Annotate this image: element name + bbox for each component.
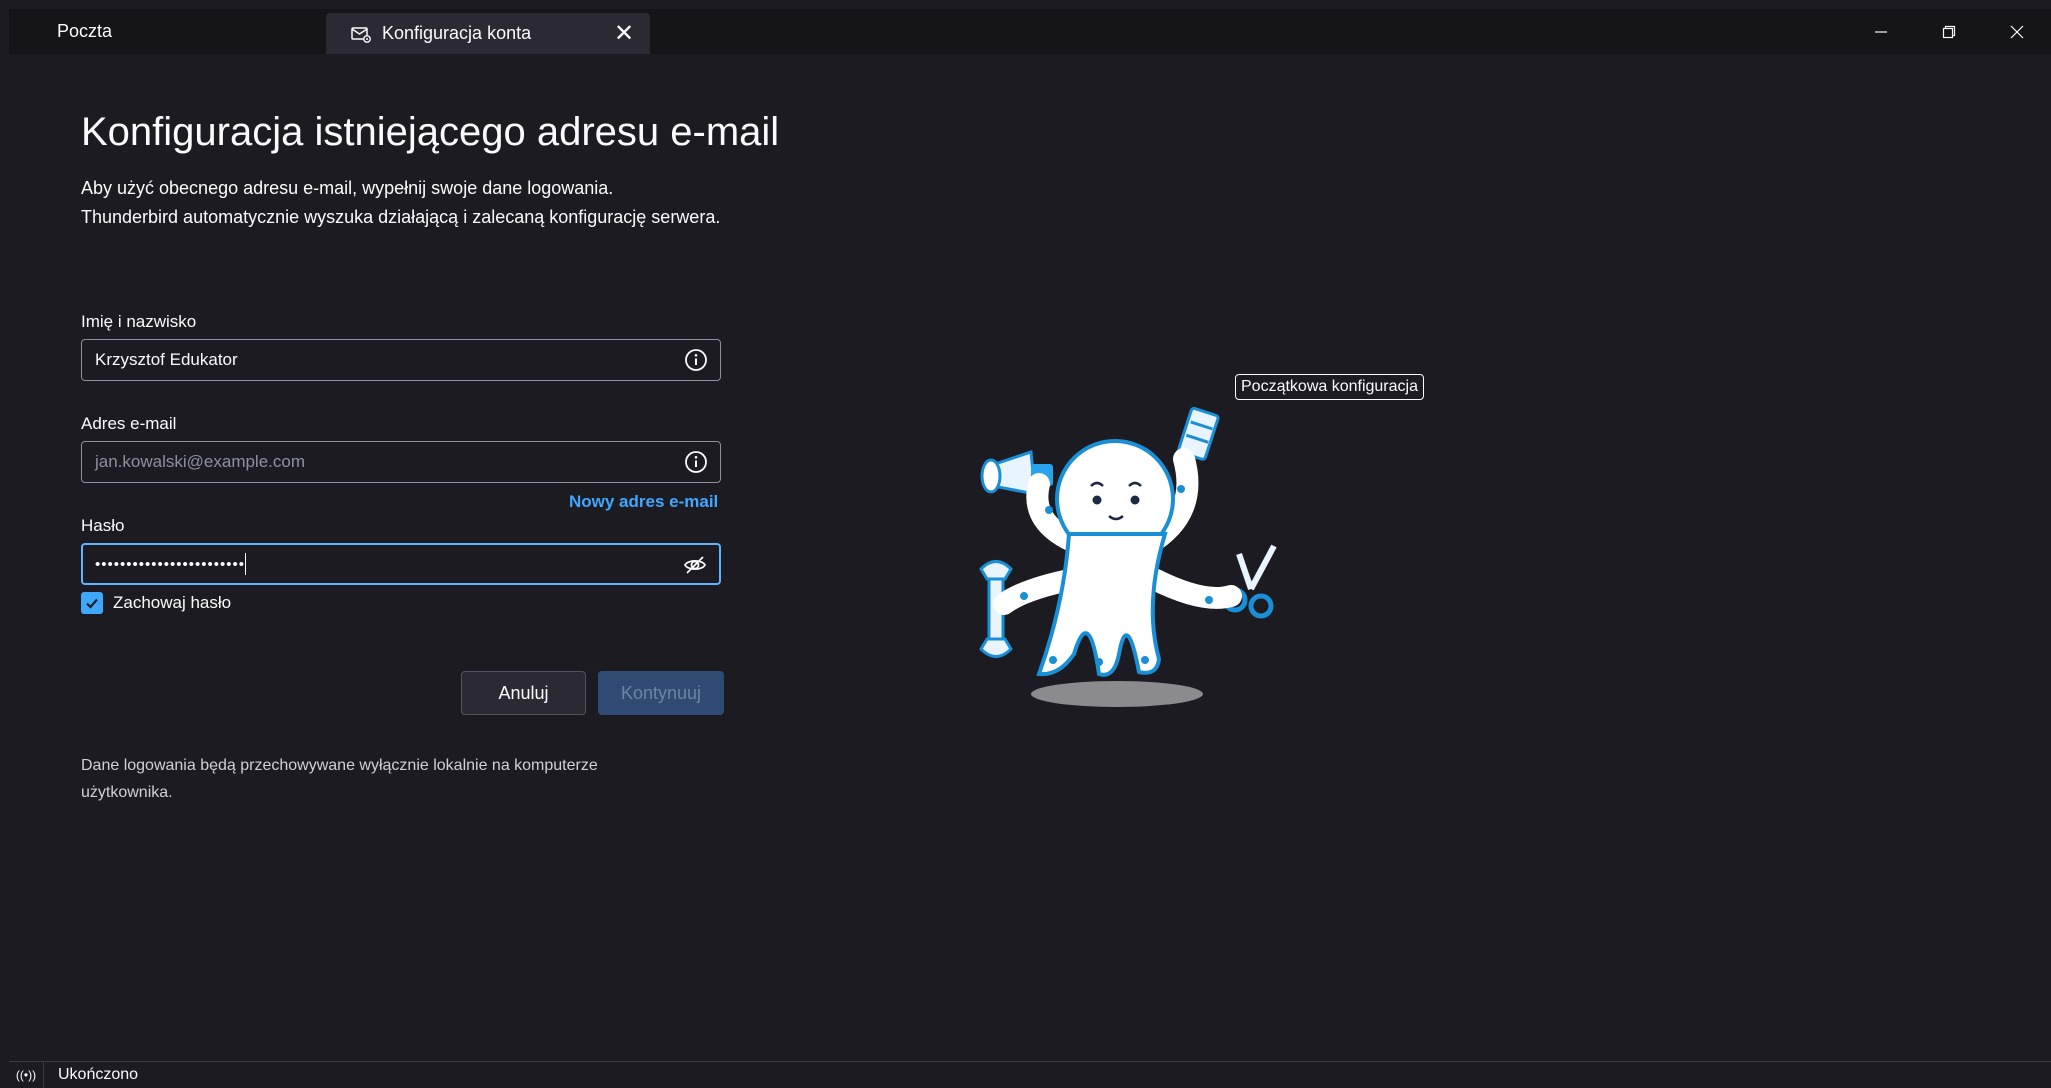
minimize-button[interactable] <box>1847 9 1915 54</box>
password-value: •••••••••••••••••••••••• <box>95 555 246 573</box>
remember-password-row[interactable]: Zachowaj hasło <box>81 592 231 614</box>
status-text: Ukończono <box>58 1066 139 1083</box>
tab-mail[interactable]: Poczta <box>9 9 309 54</box>
connection-status-icon[interactable]: ((•)) <box>9 1062 44 1088</box>
password-field[interactable]: •••••••••••••••••••••••• <box>81 543 721 585</box>
page-title: Konfiguracja istniejącego adresu e-mail <box>81 110 780 154</box>
name-field[interactable]: Krzysztof Edukator <box>81 339 721 381</box>
mail-settings-icon <box>350 23 372 45</box>
email-field[interactable]: jan.kowalski@example.com <box>81 441 721 483</box>
status-bar: ((•)) Ukończono <box>9 1061 2051 1088</box>
tab-mail-label: Poczta <box>57 21 113 41</box>
email-placeholder: jan.kowalski@example.com <box>95 452 306 471</box>
tab-close-icon[interactable]: ✕ <box>612 20 636 47</box>
tab-account-setup-label: Konfiguracja konta <box>382 23 532 43</box>
tab-account-setup[interactable]: Konfiguracja konta ✕ <box>326 13 650 54</box>
eye-slash-icon[interactable] <box>683 553 707 577</box>
footer-note-line-1: Dane logowania będą przechowywane wyłącz… <box>81 757 598 774</box>
restore-icon <box>1942 25 1956 38</box>
password-label: Hasło <box>81 516 125 535</box>
info-icon[interactable] <box>684 450 708 474</box>
local-storage-note: Dane logowania będą przechowywane wyłącz… <box>81 752 701 806</box>
restore-button[interactable] <box>1915 9 1983 54</box>
continue-button[interactable]: Kontynuuj <box>598 671 724 715</box>
footer-note-line-2: użytkownika. <box>81 784 173 801</box>
name-value: Krzysztof Edukator <box>95 350 238 369</box>
new-email-link[interactable]: Nowy adres e-mail <box>569 492 718 512</box>
tooltip: Początkowa konfiguracja <box>1235 374 1424 400</box>
thunderbird-window: Poczta Konfiguracja konta ✕ Konfiguracja… <box>9 9 2051 1088</box>
window-controls <box>1847 9 2051 54</box>
cancel-button[interactable]: Anuluj <box>461 671 586 715</box>
email-label: Adres e-mail <box>81 414 177 433</box>
minimize-icon <box>1875 30 1887 33</box>
remember-password-label: Zachowaj hasło <box>113 593 232 612</box>
checkmark-icon <box>86 598 98 609</box>
close-window-button[interactable] <box>1983 9 2051 54</box>
name-label: Imię i nazwisko <box>81 312 197 331</box>
info-icon[interactable] <box>684 348 708 372</box>
subtitle-line-1: Aby użyć obecnego adresu e-mail, wypełni… <box>81 178 614 198</box>
text-caret <box>245 553 247 575</box>
remember-password-checkbox[interactable] <box>81 592 103 614</box>
close-icon <box>2010 25 2024 38</box>
octopus-illustration <box>969 404 1289 724</box>
page-subtitle: Aby użyć obecnego adresu e-mail, wypełni… <box>81 174 720 232</box>
account-setup-content: Konfiguracja istniejącego adresu e-mail … <box>9 54 2051 1061</box>
subtitle-line-2: Thunderbird automatycznie wyszuka działa… <box>81 207 721 227</box>
title-bar: Poczta Konfiguracja konta ✕ <box>9 9 2051 54</box>
